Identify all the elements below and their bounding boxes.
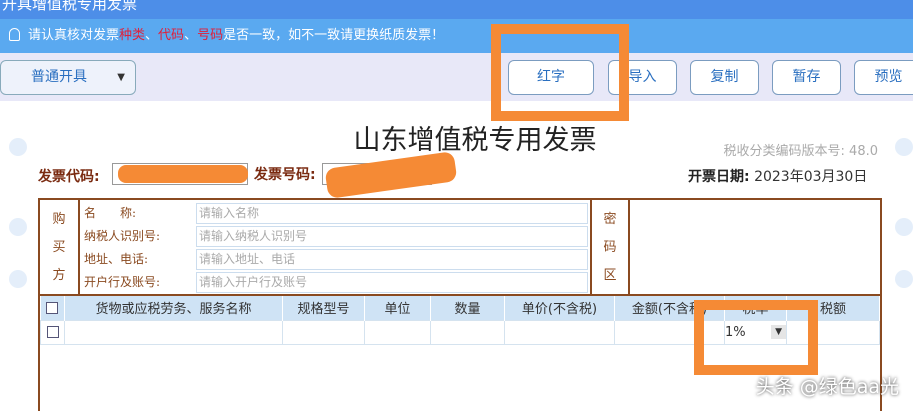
notice-code: 代码 [158,28,185,43]
date-value: 2023年03月30日 [754,169,868,185]
buyer-name-row: 名 称: 请输入名称 [84,202,590,225]
annotation-box [694,300,818,375]
buyer-address-row: 地址、电话: 请输入地址、电话 [84,248,590,271]
row-checkbox[interactable] [40,319,65,345]
notice-sep: 、 [145,28,159,43]
notice-suffix: 是否一致，如不一致请更换纸质发票！ [223,28,445,43]
cell-unit[interactable] [364,319,431,345]
char: 买 [52,240,66,255]
decor-dot [895,218,913,236]
watermark: 头条 @绿色aa光 [755,376,899,398]
buyer-bank-row: 开户行及账号: 请输入开户行及账号 [84,271,590,294]
cell-price[interactable] [504,319,615,345]
mode-select-value: 普通开具 [31,69,87,85]
notice-bar: 请认真核对发票种类、代码、号码是否一致，如不一致请更换纸质发票！ [0,19,913,53]
label: 地址、电话: [84,252,149,266]
version-text: 税收分类编码版本号: 48.0 [723,144,878,159]
redaction [118,165,248,183]
preview-button[interactable]: 预览 [854,60,913,95]
decor-dot [9,270,27,288]
save-draft-button[interactable]: 暂存 [772,60,841,95]
invoice-number-label: 发票号码: [254,167,316,183]
col-price: 单价(不含税) [504,296,615,320]
char: 区 [603,268,617,283]
redaction [324,151,458,199]
window-title: 开具增值税专用发票 [0,0,913,19]
bell-icon [9,28,20,41]
buyer-taxid-input[interactable]: 请输入纳税人识别号 [196,226,588,247]
char: 购 [52,212,66,227]
cell-name[interactable] [64,319,283,345]
copy-button[interactable]: 复制 [690,60,759,95]
col-spec: 规格型号 [282,296,365,320]
date-label: 开票日期: [688,169,750,185]
buyer-taxid-row: 纳税人识别号: 请输入纳税人识别号 [84,225,590,248]
cell-spec[interactable] [282,319,365,345]
label: 纳税人识别号: [84,229,161,243]
notice-prefix: 请认真核对发票 [28,28,120,43]
notice-kind: 种类 [119,28,146,43]
annotation-box [491,24,629,121]
select-all-checkbox[interactable] [40,296,65,320]
decor-dot [9,218,27,236]
notice-number: 号码 [197,28,224,43]
chevron-down-icon: ▼ [117,72,125,83]
buyer-bank-input[interactable]: 请输入开户行及账号 [196,272,588,293]
char: 密 [603,212,617,227]
buyer-name-input[interactable]: 请输入名称 [196,203,588,224]
invoice-date: 开票日期: 2023年03月30日 [688,166,867,186]
cipher-area-label: 密码区 [590,200,630,294]
decor-dot [895,270,913,288]
notice-sep: 、 [184,28,198,43]
invoice-code-label: 发票代码: [38,169,100,185]
mode-select[interactable]: 普通开具 ▼ [0,60,136,95]
buyer-address-input[interactable]: 请输入地址、电话 [196,249,588,270]
col-unit: 单位 [364,296,431,320]
char: 码 [603,240,617,255]
col-name: 货物或应税劳务、服务名称 [64,296,283,320]
char: 方 [52,268,66,283]
label: 开户行及账号: [84,275,161,289]
col-qty: 数量 [430,296,505,320]
label: 名 称: [84,206,137,220]
buyer-section: 购买方 名 称: 请输入名称 纳税人识别号: 请输入纳税人识别号 地址、电话: 请输入… [38,198,882,296]
buyer-side-label: 购买方 [40,200,80,294]
cell-qty[interactable] [430,319,505,345]
